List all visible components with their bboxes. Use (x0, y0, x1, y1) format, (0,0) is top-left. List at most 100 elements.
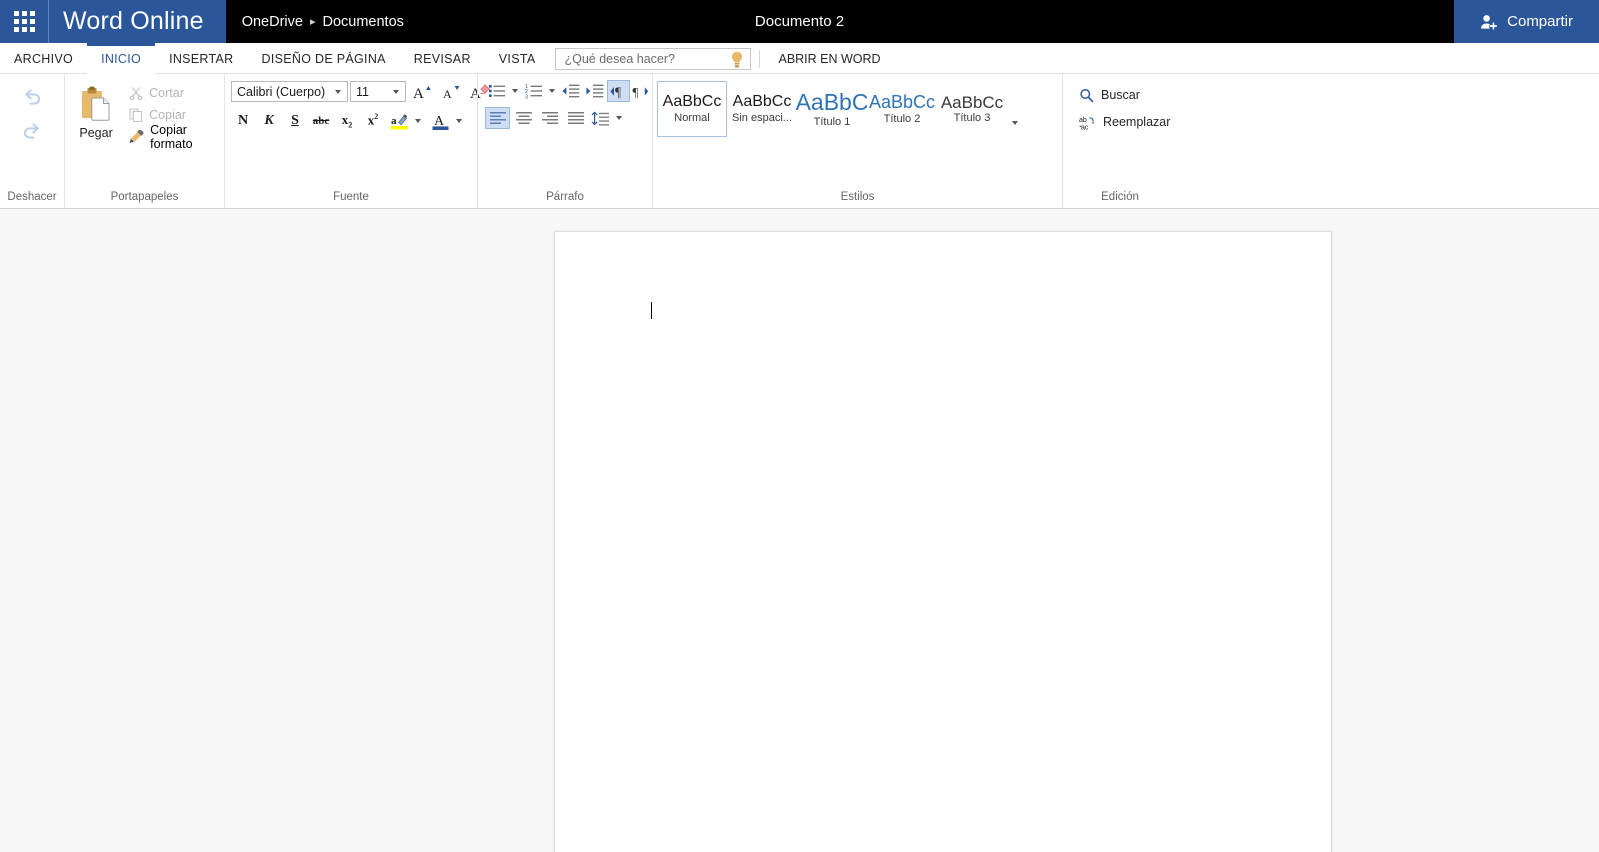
numbering-dropdown[interactable] (546, 80, 558, 102)
font-color-button[interactable]: A (429, 109, 453, 132)
replace-button[interactable]: ab ac Reemplazar (1073, 111, 1176, 133)
svg-text:A: A (413, 86, 424, 102)
font-color-split-button[interactable]: A (428, 108, 467, 133)
cut-button[interactable]: Cortar (123, 83, 216, 103)
ribbon: Deshacer Pegar Cortar Copiar Copiar form… (0, 74, 1599, 209)
tell-me-input[interactable] (556, 48, 751, 69)
tab-diseno-de-pagina[interactable]: DISEÑO DE PÁGINA (248, 43, 400, 74)
font-size-value: 11 (356, 84, 369, 99)
tab-insertar[interactable]: INSERTAR (155, 43, 247, 74)
copy-icon (129, 108, 143, 122)
shrink-font-button[interactable]: A (437, 80, 464, 103)
copy-button[interactable]: Copiar (123, 105, 216, 125)
chevron-down-icon (511, 89, 518, 93)
svg-text:a: a (391, 115, 397, 127)
text-direction-rtl-button[interactable]: ¶ (631, 80, 651, 102)
group-label-portapapeles: Portapapeles (110, 191, 179, 203)
share-person-icon (1480, 14, 1498, 30)
paste-button[interactable]: Pegar (75, 80, 117, 142)
paragraph-row-1: 1 2 3 ¶ ¶ (485, 80, 651, 102)
chevron-down-icon[interactable] (415, 118, 421, 123)
style-card-titulo-1[interactable]: AaBbC Título 1 (796, 81, 868, 137)
search-icon (1079, 88, 1094, 103)
lightbulb-icon (730, 51, 744, 68)
waffle-icon (13, 11, 35, 32)
format-painter-button[interactable]: Copiar formato (123, 123, 216, 151)
clipboard-icon (78, 86, 114, 124)
breadcrumb: OneDrive ▸ Documentos (226, 0, 420, 43)
tab-revisar[interactable]: REVISAR (400, 43, 485, 74)
grow-font-button[interactable]: A (408, 80, 435, 103)
underline-button[interactable]: S (283, 109, 307, 132)
bullets-button[interactable] (485, 80, 508, 102)
tab-archivo[interactable]: ARCHIVO (0, 43, 87, 74)
undo-button[interactable] (16, 82, 48, 112)
style-sample: AaBbCc (868, 92, 936, 113)
style-card-titulo-3[interactable]: AaBbCc Título 3 (937, 81, 1007, 137)
tab-inicio[interactable]: INICIO (87, 43, 156, 75)
chevron-down-icon (393, 89, 399, 94)
group-label-deshacer: Deshacer (7, 191, 57, 203)
style-sample: AaBbCc (732, 93, 792, 111)
align-right-button[interactable] (537, 107, 562, 129)
font-family-value: Calibri (Cuerpo) (237, 84, 326, 99)
find-button[interactable]: Buscar (1073, 84, 1146, 106)
app-launcher-button[interactable] (0, 0, 48, 43)
text-cursor (651, 302, 652, 319)
styles-more-button[interactable] (1007, 113, 1023, 133)
italic-button[interactable]: K (257, 109, 281, 132)
text-direction-ltr-button[interactable]: ¶ (607, 80, 630, 102)
highlight-split-button[interactable]: a (387, 108, 426, 133)
svg-text:3: 3 (525, 94, 528, 99)
ribbon-tab-bar: ARCHIVO INICIO INSERTAR DISEÑO DE PÁGINA… (0, 43, 1599, 75)
align-center-button[interactable] (511, 107, 536, 129)
superscript-button[interactable]: x2 (361, 109, 385, 132)
chevron-down-icon (615, 116, 622, 120)
numbering-button[interactable]: 1 2 3 (522, 80, 545, 102)
subscript-button[interactable]: x2 (335, 109, 359, 132)
chevron-down-icon (548, 89, 555, 93)
brand-title[interactable]: Word Online (49, 0, 226, 43)
svg-text:ac: ac (1081, 124, 1089, 130)
word-online-app: Word Online OneDrive ▸ Documentos Docume… (0, 0, 1599, 852)
style-card-sin-espaciado[interactable]: AaBbCc Sin espaci... (727, 81, 797, 137)
justify-button[interactable] (563, 107, 588, 129)
bullets-dropdown[interactable] (509, 80, 521, 102)
align-left-button[interactable] (485, 107, 510, 129)
breadcrumb-onedrive[interactable]: OneDrive (242, 14, 303, 30)
chevron-down-icon[interactable] (456, 118, 462, 123)
clipboard-commands: Cortar Copiar Copiar formato (123, 80, 216, 151)
share-button[interactable]: Compartir (1454, 0, 1599, 43)
open-in-word-link[interactable]: ABRIR EN WORD (768, 43, 890, 74)
document-canvas[interactable] (0, 209, 1599, 852)
underline-label: S (291, 112, 299, 128)
italic-label: K (264, 112, 274, 128)
document-page[interactable] (554, 231, 1332, 852)
superscript-index: 2 (374, 112, 379, 122)
paragraph-row-2 (485, 107, 625, 129)
tell-me-box[interactable] (555, 47, 752, 70)
style-card-titulo-2[interactable]: AaBbCc Título 2 (867, 81, 937, 137)
increase-indent-button[interactable] (583, 80, 606, 102)
line-spacing-button[interactable] (589, 107, 612, 129)
ribbon-group-edicion: Buscar ab ac Reemplazar Edición (1062, 74, 1177, 208)
breadcrumb-documentos[interactable]: Documentos (322, 14, 403, 30)
style-sample: AaBbCc (662, 93, 722, 111)
redo-button[interactable] (16, 116, 48, 146)
bold-button[interactable]: N (231, 109, 255, 132)
font-size-combo[interactable]: 11 (350, 81, 406, 102)
font-family-combo[interactable]: Calibri (Cuerpo) (231, 81, 348, 102)
topbar-right: Compartir (1454, 0, 1599, 43)
decrease-indent-button[interactable] (559, 80, 582, 102)
line-spacing-dropdown[interactable] (613, 107, 625, 129)
style-name: Título 3 (953, 112, 991, 125)
style-card-normal[interactable]: AaBbCc Normal (657, 81, 727, 137)
tab-vista[interactable]: VISTA (485, 43, 550, 74)
text-highlight-button[interactable]: a (388, 109, 412, 132)
strikethrough-button[interactable]: abc (309, 109, 333, 132)
chevron-down-icon (1011, 121, 1018, 125)
format-painter-label: Copiar formato (150, 123, 193, 151)
subscript-index: 2 (348, 120, 353, 130)
style-name: Normal (674, 111, 710, 124)
style-sample: AaBbCc (940, 92, 1004, 112)
